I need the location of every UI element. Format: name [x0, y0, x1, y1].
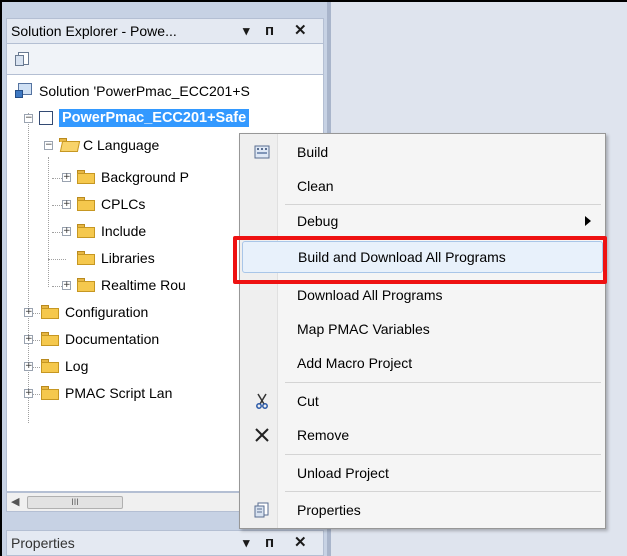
expand-toggle[interactable]: +	[62, 173, 71, 182]
expand-toggle[interactable]: +	[62, 281, 71, 290]
tree-node-label: PMAC Script Lan	[65, 385, 173, 401]
tree-node-label: CPLCs	[101, 196, 146, 212]
menu-item-label: Unload Project	[297, 465, 389, 481]
properties-titlebar: Properties ▾ ᴨ ✕	[6, 530, 324, 556]
tree-line	[28, 113, 29, 423]
tree-node-solution[interactable]: Solution 'PowerPmac_ECC201+S	[15, 80, 250, 102]
submenu-arrow-icon	[585, 216, 591, 226]
collapse-toggle[interactable]: −	[44, 141, 53, 150]
tree-node-label: Background P	[101, 169, 189, 185]
tree-node-label: Include	[101, 223, 147, 239]
tree-node-label: Log	[65, 358, 89, 374]
solution-explorer-toolbar	[6, 44, 324, 74]
tree-node-label: C Language	[83, 137, 160, 153]
menu-item-unload-project[interactable]: Unload Project	[242, 457, 603, 489]
properties-toolbar-icon[interactable]	[15, 51, 31, 67]
tree-node-project[interactable]: PowerPmac_ECC201+Safe	[39, 107, 250, 129]
folder-icon	[77, 278, 95, 292]
folder-icon	[41, 305, 59, 319]
menu-item-label: Add Macro Project	[297, 355, 413, 371]
menu-item-cut[interactable]: Cut	[242, 385, 603, 417]
expand-toggle[interactable]: +	[24, 389, 33, 398]
menu-item-remove[interactable]: Remove	[242, 419, 603, 451]
tree-node-label: Documentation	[65, 331, 160, 347]
menu-item-debug[interactable]: Debug	[242, 205, 603, 237]
menu-item-label: Remove	[297, 427, 350, 443]
menu-item-build[interactable]: Build	[242, 136, 603, 168]
folder-open-icon	[59, 138, 81, 152]
context-menu: Build Clean Debug Build and Download All…	[239, 133, 606, 529]
menu-item-label: Clean	[297, 178, 334, 194]
dropdown-arrow-icon[interactable]: ▾	[243, 21, 250, 41]
tree-node-include[interactable]: Include	[77, 220, 146, 242]
close-icon[interactable]: ✕	[294, 21, 307, 41]
menu-item-label: Cut	[297, 393, 319, 409]
tree-node-label: Solution 'PowerPmac_ECC201+S	[39, 83, 250, 99]
tree-node-libraries[interactable]: Libraries	[77, 247, 155, 269]
folder-icon	[77, 251, 95, 265]
close-icon[interactable]: ✕	[294, 533, 307, 553]
menu-item-properties[interactable]: Properties	[242, 494, 603, 526]
pin-icon[interactable]: ᴨ	[265, 21, 274, 41]
solution-explorer-titlebar: Solution Explorer - Powe... ▾ ᴨ ✕	[6, 18, 324, 44]
menu-item-label: Download All Programs	[297, 287, 443, 303]
tree-node-label: Realtime Rou	[101, 277, 186, 293]
folder-icon	[41, 359, 59, 373]
project-icon	[39, 111, 53, 125]
menu-item-map-pmac-variables[interactable]: Map PMAC Variables	[242, 313, 603, 345]
tree-node-label: Libraries	[101, 250, 155, 266]
folder-icon	[41, 386, 59, 400]
dropdown-arrow-icon[interactable]: ▾	[243, 533, 250, 553]
scissors-icon	[251, 390, 273, 412]
tree-node-label-selected: PowerPmac_ECC201+Safe	[59, 109, 250, 127]
menu-separator	[285, 382, 601, 383]
pin-icon[interactable]: ᴨ	[265, 533, 274, 553]
tree-line	[48, 157, 49, 287]
tree-node-configuration[interactable]: Configuration	[41, 301, 148, 323]
tree-node-pmac-script[interactable]: PMAC Script Lan	[41, 382, 172, 404]
scrollbar-thumb[interactable]: III	[27, 496, 123, 509]
solution-explorer-title: Solution Explorer - Powe...	[11, 23, 177, 39]
expand-toggle[interactable]: +	[24, 362, 33, 371]
menu-item-label: Build	[297, 144, 329, 160]
tree-node-documentation[interactable]: Documentation	[41, 328, 159, 350]
expand-toggle[interactable]: +	[62, 200, 71, 209]
folder-icon	[77, 170, 95, 184]
menu-item-label: Map PMAC Variables	[297, 321, 430, 337]
menu-item-add-macro-project[interactable]: Add Macro Project	[242, 347, 603, 379]
expand-toggle[interactable]: +	[24, 335, 33, 344]
tree-line	[48, 259, 66, 260]
properties-icon	[251, 499, 273, 521]
menu-item-label: Properties	[297, 502, 361, 518]
menu-separator	[285, 454, 601, 455]
menu-item-label: Debug	[297, 213, 339, 229]
highlight-annotation-box	[233, 236, 607, 284]
solution-icon	[15, 83, 33, 99]
build-icon	[251, 141, 273, 163]
tree-node-background[interactable]: Background P	[77, 166, 189, 188]
folder-icon	[77, 224, 95, 238]
folder-icon	[41, 332, 59, 346]
tree-node-log[interactable]: Log	[41, 355, 88, 377]
tree-node-cplcs[interactable]: CPLCs	[77, 193, 145, 215]
tree-node-c-language[interactable]: C Language	[59, 134, 159, 156]
collapse-toggle[interactable]: −	[24, 114, 33, 123]
remove-x-icon	[251, 424, 273, 446]
expand-toggle[interactable]: +	[62, 227, 71, 236]
tree-node-label: Configuration	[65, 304, 149, 320]
folder-icon	[77, 197, 95, 211]
scroll-left-arrow-icon[interactable]: ◀	[11, 495, 19, 508]
expand-toggle[interactable]: +	[24, 308, 33, 317]
menu-item-clean[interactable]: Clean	[242, 170, 603, 202]
properties-title: Properties	[11, 535, 75, 551]
tree-node-realtime[interactable]: Realtime Rou	[77, 274, 186, 296]
menu-separator	[285, 491, 601, 492]
